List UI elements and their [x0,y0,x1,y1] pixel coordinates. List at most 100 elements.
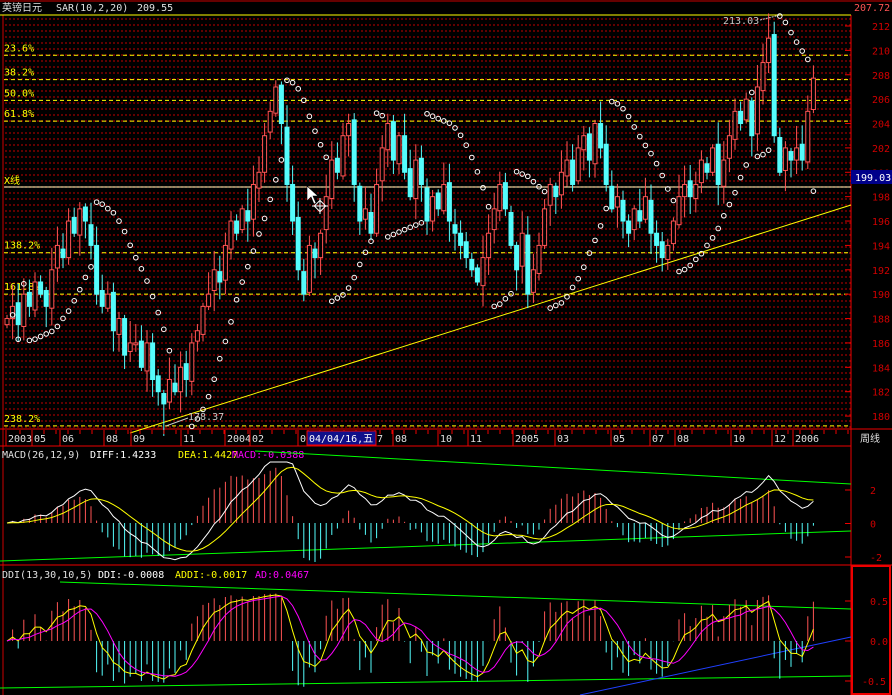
price-axis: 2122102082062042022001981961941921901881… [845,22,890,423]
sar-dot [161,326,167,333]
candle-up [256,171,262,189]
candle-up [558,171,564,196]
date-tick-label: 03 [557,434,569,445]
sar-dot [138,265,145,272]
candle-down [312,248,318,259]
candle-down [469,258,475,271]
candle-up [21,293,27,327]
price-tick-label: 194 [872,241,890,252]
candle-down [94,244,100,295]
sar-dot [569,284,576,291]
candle-up [491,208,497,231]
candle-up [794,147,800,161]
sar-dot [581,264,587,271]
sar-dot [295,85,302,92]
price-tick-label: 208 [872,71,890,82]
ddi-plot [6,593,814,687]
sar-dot [530,178,537,185]
date-tick-label: 2005 [515,434,539,445]
sar-dot [497,301,503,307]
macd-tick-label: 2 [870,486,876,497]
sar-dot [519,171,526,177]
candle-down [99,290,105,307]
sar-dot [205,393,212,400]
sar-dot [782,19,789,26]
candle-up [105,293,111,309]
sar-dot [765,147,772,153]
candle-up [430,196,436,222]
sar-dot [155,309,161,316]
sar-dot [65,308,72,314]
candle-down [514,244,520,271]
mouse-cursor-icon [306,185,319,205]
sar-dot [541,188,548,195]
period-label[interactable]: 周线 [860,432,880,445]
sar-dot [127,242,133,249]
date-tick-label: 07 [652,434,664,445]
sar-dot [737,174,744,181]
date-tick-label: 05 [613,434,625,445]
sar-dot [278,157,285,163]
candle-up [676,196,682,226]
candle-down [648,199,654,234]
ad-line [6,595,814,677]
sar-dot [513,168,520,175]
sar-dot [575,275,582,282]
sar-dot [217,355,223,362]
ddi-blue-trend [579,636,852,695]
candle-down [452,224,458,234]
ddi-value: DDI:-0.0008 [98,570,164,581]
sar-dot [401,226,408,233]
candle-up [228,220,234,250]
addi-line [6,594,814,680]
sar-dot [82,274,89,281]
sar-dot [228,319,234,325]
candle-up [396,135,402,165]
candle-down [15,302,21,326]
candle-up [441,183,447,212]
candle-down [525,234,531,295]
sar-dot [480,184,486,191]
sar-dot [357,261,363,268]
cursor-date: 04/04/16,五 [309,434,373,445]
sar-dot [273,177,279,183]
candle-up [66,220,72,259]
price-tick-label: 212 [872,22,890,33]
sar-dot [121,228,128,235]
candle-up [54,244,60,269]
sar-dot [653,160,660,167]
candle-up [542,208,548,246]
candle-up [374,183,380,234]
sar-dot [463,142,470,148]
candle-down [284,126,290,185]
sar-dot [793,39,800,45]
candle-up [743,98,749,121]
candle-down [402,135,408,173]
candle-down [704,163,710,173]
macd-diff: DIFF:1.4233 [90,450,156,461]
fib-label: 238.2% [4,414,40,425]
chart-canvas[interactable]: 23.6%38.2%50.0%61.8%138.2%161.8%238.2% X… [0,0,892,695]
candle-up [497,183,503,212]
candle-up [710,147,716,173]
macd-title: MACD(26,12,9) [2,450,80,461]
candle-up [323,196,329,231]
fib-label: 23.6% [4,43,34,54]
candle-down [278,84,284,125]
sar-dot [732,189,738,196]
candle-up [575,147,581,182]
candle-down [738,110,744,125]
candle-down [418,157,424,185]
candle-down [609,185,615,210]
sar-dot [429,113,436,119]
candle-down [60,248,66,259]
sar-dot [805,56,811,63]
candle-up [116,318,122,335]
candle-up [642,196,648,220]
candle-up [614,196,620,208]
sar-dot [558,300,565,306]
ddi-tick-label: 0.5 [870,597,888,608]
sar-dot [77,286,83,293]
sar-dot [597,223,604,229]
candle-up [480,257,486,287]
